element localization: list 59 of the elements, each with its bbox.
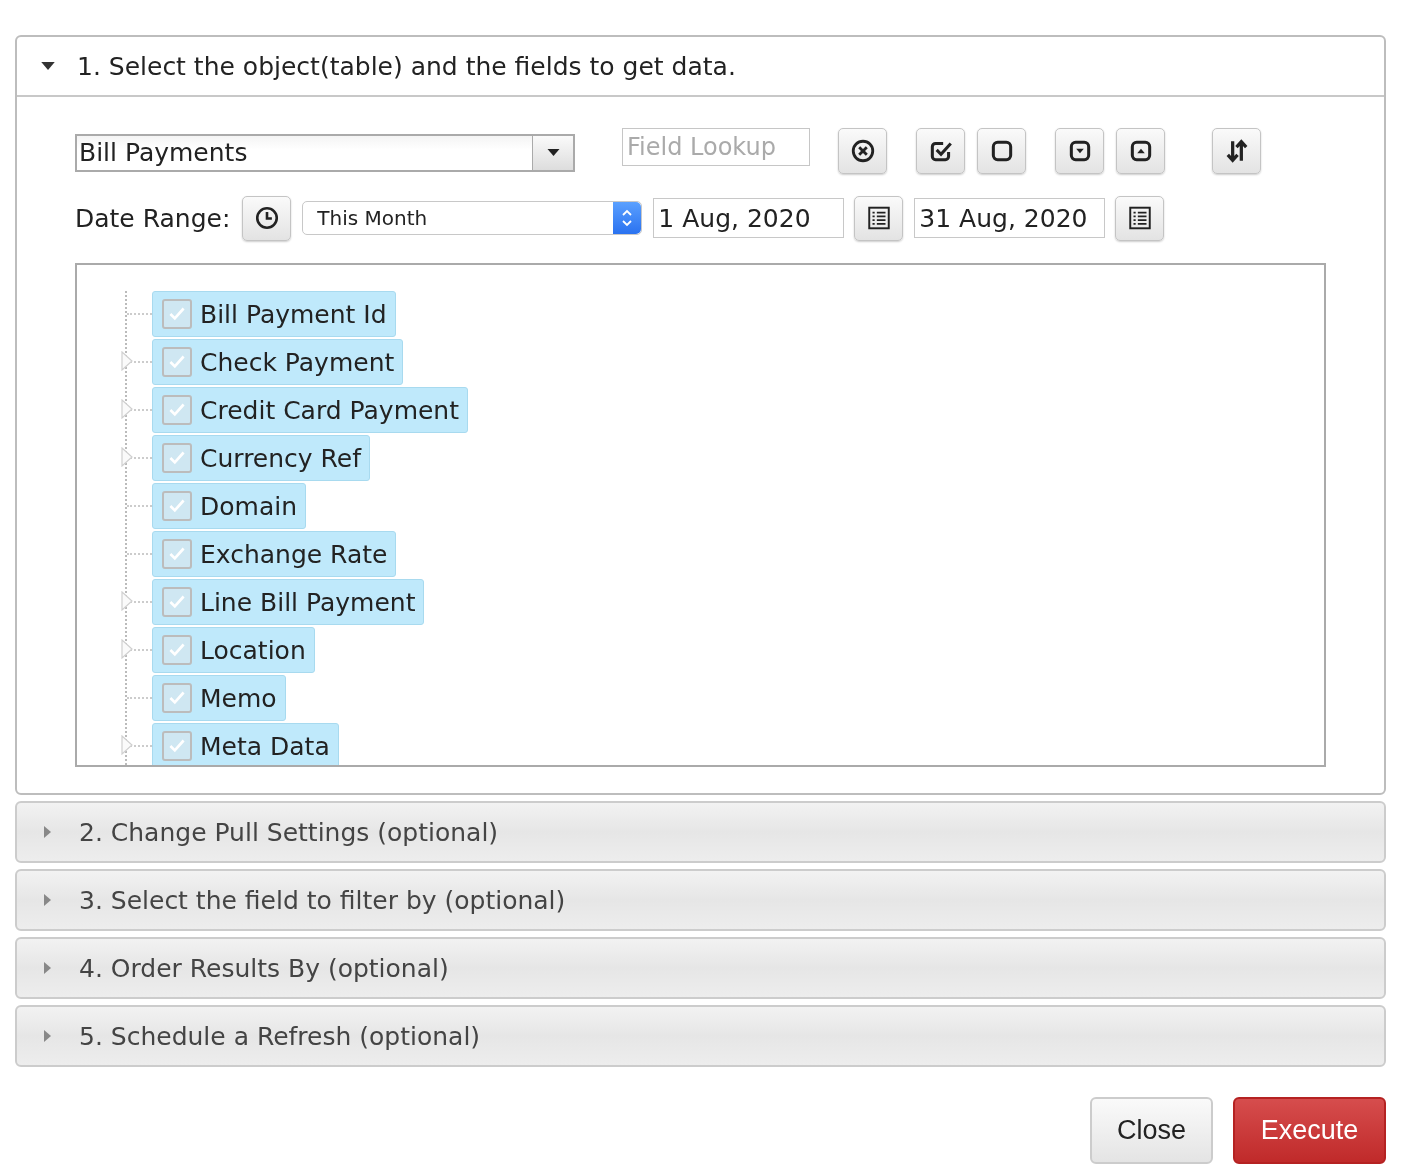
expand-arrow-icon[interactable] [121, 447, 133, 467]
calendar-button[interactable] [854, 195, 904, 241]
date-range-label: Date Range: [75, 203, 231, 233]
accordion-header[interactable]: 3. Select the field to filter by (optional) [17, 871, 1384, 929]
field-item[interactable]: Bill Payment Id [152, 291, 396, 337]
checkbox[interactable] [162, 491, 192, 521]
checkbox[interactable] [162, 587, 192, 617]
collapse-button[interactable] [1116, 128, 1165, 174]
accordion-header[interactable]: 4. Order Results By (optional) [17, 939, 1384, 997]
check-all-button[interactable] [916, 128, 965, 174]
up-down-chevron-icon [621, 207, 634, 229]
checkbox[interactable] [162, 347, 192, 377]
caret-right-icon [44, 962, 52, 974]
checkbox[interactable] [162, 683, 192, 713]
expand-arrow-icon[interactable] [121, 351, 133, 371]
calendar-button[interactable] [1115, 195, 1165, 241]
accordion-header[interactable]: 1. Select the object(table) and the fields to get data. [17, 37, 1384, 97]
clear-icon [849, 138, 876, 164]
field-item[interactable]: Credit Card Payment [152, 387, 468, 433]
start-date-input[interactable]: 1 Aug, 2020 [653, 198, 845, 238]
object-dropdown[interactable]: Bill Payments [75, 134, 575, 172]
expand-arrow-icon[interactable] [121, 639, 133, 659]
date-preset-dropdown[interactable]: This Month [302, 201, 643, 235]
checkbox[interactable] [162, 443, 192, 473]
caret-right-icon [44, 1030, 52, 1042]
field-item[interactable]: Meta Data [152, 723, 339, 765]
checkbox[interactable] [162, 635, 192, 665]
sort-button[interactable] [1212, 128, 1261, 174]
field-item[interactable]: Line Bill Payment [152, 579, 425, 625]
accordion-header[interactable]: 5. Schedule a Refresh (optional) [17, 1007, 1384, 1065]
caret-right-icon [44, 826, 52, 838]
checkbox[interactable] [162, 731, 192, 761]
field-item[interactable]: Memo [152, 675, 286, 721]
end-date-input[interactable]: 31 Aug, 2020 [914, 198, 1106, 238]
field-item[interactable]: Currency Ref [152, 435, 370, 481]
accordion-header[interactable]: 2. Change Pull Settings (optional) [17, 803, 1384, 861]
close-button[interactable]: Close [1090, 1097, 1213, 1164]
checkbox[interactable] [162, 539, 192, 569]
expand-button[interactable] [1055, 128, 1104, 174]
field-item[interactable]: Check Payment [152, 339, 404, 385]
caret-down-icon [546, 149, 560, 157]
execute-button[interactable]: Execute [1233, 1097, 1386, 1164]
checkbox[interactable] [162, 395, 192, 425]
caret-right-icon [44, 894, 52, 906]
list-icon [865, 205, 892, 231]
caret-down-icon [41, 61, 55, 71]
clear-button[interactable] [838, 128, 887, 174]
field-item[interactable]: Domain [152, 483, 306, 529]
list-icon [1126, 205, 1153, 231]
field-lookup-input[interactable]: Field Lookup [622, 128, 810, 166]
expand-arrow-icon[interactable] [121, 735, 133, 755]
time-button[interactable] [242, 195, 292, 241]
uncheck-all-button[interactable] [977, 128, 1026, 174]
field-item[interactable]: Location [152, 627, 315, 673]
field-item[interactable]: Exchange Rate [152, 531, 397, 577]
expand-arrow-icon[interactable] [121, 591, 133, 611]
checkbox[interactable] [162, 299, 192, 329]
clock-icon [253, 205, 280, 231]
expand-arrow-icon[interactable] [121, 399, 133, 419]
